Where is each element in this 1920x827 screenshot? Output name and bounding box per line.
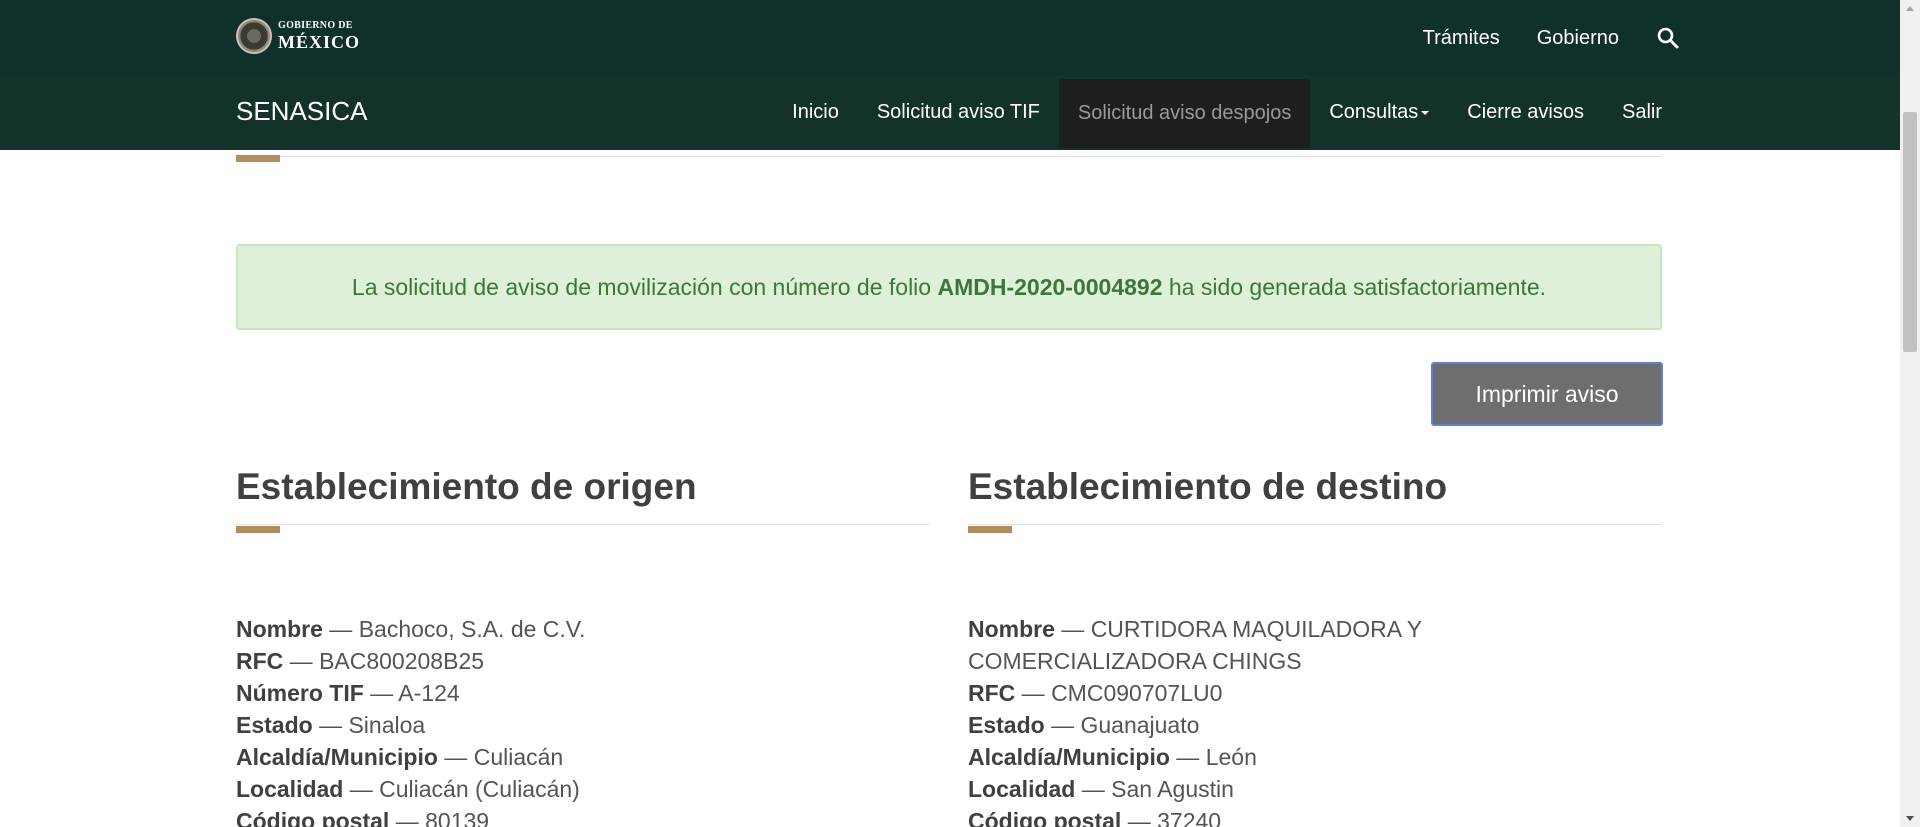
nav-inicio[interactable]: Inicio	[773, 78, 858, 147]
destination-title: Establecimiento de destino	[968, 466, 1448, 507]
alert-suffix: ha sido generada satisfactoriamente.	[1162, 273, 1547, 300]
destination-divider	[968, 524, 1662, 525]
nav-consultas-dropdown[interactable]: Consultas	[1310, 78, 1448, 147]
section-divider-top	[236, 156, 1662, 157]
destination-field-estado: Estado — Guanajuato	[968, 712, 1200, 738]
origin-field-estado: Estado — Sinaloa	[236, 712, 426, 738]
nav-solicitud-aviso-tif[interactable]: Solicitud aviso TIF	[858, 78, 1059, 147]
alert-prefix: La solicitud de aviso de movilización co…	[351, 273, 938, 300]
government-header: GOBIERNO DE MÉXICO Trámites Gobierno	[0, 0, 1900, 75]
destination-field-municipio: Alcaldía/Municipio — León	[968, 744, 1257, 770]
logo-small-text: GOBIERNO DE	[278, 20, 353, 31]
origin-field-codigo-postal: Código postal — 80139	[236, 808, 490, 827]
destination-field-rfc: RFC — CMC090707LU0	[968, 680, 1223, 706]
origin-title: Establecimiento de origen	[236, 466, 697, 507]
nav-consultas-label: Consultas	[1329, 101, 1419, 123]
origin-info: Nombre — Bachoco, S.A. de C.V. RFC — BAC…	[236, 613, 896, 827]
app-header: SENASICA Inicio Solicitud aviso TIF Soli…	[0, 75, 1900, 150]
nav-tramites-link[interactable]: Trámites	[1423, 27, 1500, 50]
alert-folio: AMDH-2020-0004892	[937, 273, 1163, 300]
origin-accent	[236, 526, 280, 533]
brand-senasica[interactable]: SENASICA	[236, 96, 368, 127]
nav-cierre-avisos[interactable]: Cierre avisos	[1448, 78, 1603, 147]
origin-field-nombre: Nombre — Bachoco, S.A. de C.V.	[236, 616, 586, 642]
destination-field-nombre: Nombre — CURTIDORA MAQUILADORA Y COMERCI…	[968, 616, 1422, 674]
government-nav: Trámites Gobierno	[1423, 26, 1680, 50]
destination-accent	[968, 526, 1012, 533]
page-scrollbar[interactable]	[1900, 0, 1920, 827]
destination-field-codigo-postal: Código postal — 37240	[968, 808, 1222, 827]
origin-divider	[236, 524, 930, 525]
scroll-down-arrow-icon[interactable]	[1906, 816, 1914, 821]
destination-info: Nombre — CURTIDORA MAQUILADORA Y COMERCI…	[968, 613, 1488, 827]
app-nav: Inicio Solicitud aviso TIF Solicitud avi…	[773, 75, 1662, 150]
nav-solicitud-aviso-despojos[interactable]: Solicitud aviso despojos	[1058, 79, 1311, 148]
print-aviso-button[interactable]: Imprimir aviso	[1431, 362, 1663, 426]
nav-gobierno-link[interactable]: Gobierno	[1537, 27, 1619, 50]
origin-field-localidad: Localidad — Culiacán (Culiacán)	[236, 776, 580, 802]
origin-field-rfc: RFC — BAC800208B25	[236, 648, 485, 674]
origin-field-municipio: Alcaldía/Municipio — Culiacán	[236, 744, 564, 770]
national-seal-icon	[236, 18, 272, 54]
origin-field-numero-tif: Número TIF — A-124	[236, 680, 460, 706]
destination-field-localidad: Localidad — San Agustin	[968, 776, 1234, 802]
caret-down-icon	[1421, 110, 1430, 115]
logo-big-text: MÉXICO	[278, 32, 360, 52]
section-accent-top	[236, 155, 280, 162]
scroll-up-arrow-icon[interactable]	[1906, 6, 1914, 11]
nav-salir[interactable]: Salir	[1603, 78, 1662, 147]
search-icon[interactable]	[1656, 26, 1680, 50]
scrollbar-thumb[interactable]	[1903, 112, 1917, 352]
gobierno-de-mexico-logo[interactable]: GOBIERNO DE MÉXICO	[236, 18, 360, 54]
success-alert: La solicitud de aviso de movilización co…	[236, 244, 1662, 330]
